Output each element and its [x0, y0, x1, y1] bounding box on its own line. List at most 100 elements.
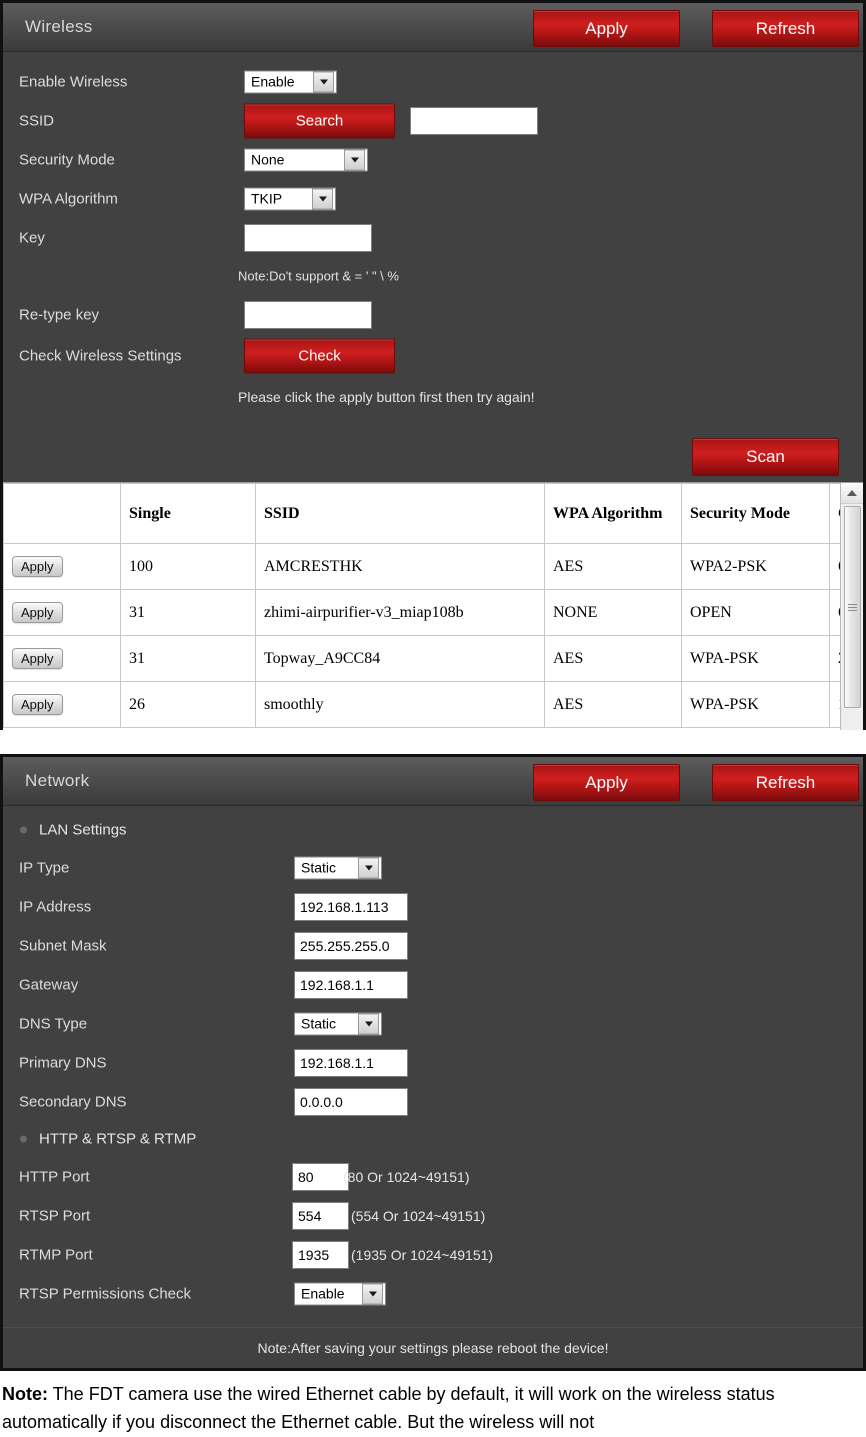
- row-dns-type: DNS Type Static: [3, 1004, 863, 1043]
- key-input[interactable]: [244, 223, 372, 252]
- primary-dns-label: Primary DNS: [19, 1054, 107, 1071]
- footer-note-text: The FDT camera use the wired Ethernet ca…: [2, 1384, 775, 1432]
- chevron-down-icon[interactable]: [362, 1283, 383, 1304]
- key-note: Note:Do't support & = ' " \ %: [238, 268, 399, 284]
- ports-section-title: HTTP & RTSP & RTMP: [39, 1130, 197, 1148]
- wireless-form: Enable Wireless Enable SSID Search Secur…: [3, 52, 863, 430]
- ip-address-input[interactable]: 192.168.1.113: [294, 892, 408, 921]
- dns-type-value: Static: [301, 1015, 337, 1032]
- ssid-input[interactable]: [410, 106, 538, 135]
- network-bottom-note: Note:After saving your settings please r…: [3, 1327, 863, 1368]
- network-apply-button[interactable]: Apply: [533, 764, 680, 801]
- row-rtsp-permissions: RTSP Permissions Check Enable: [3, 1274, 863, 1313]
- cell-ssid: zhimi-airpurifier-v3_miap108b: [255, 589, 545, 636]
- page-title: Wireless: [25, 17, 93, 36]
- ssid-search-button[interactable]: Search: [244, 103, 395, 138]
- row-enable-wireless: Enable Wireless Enable: [3, 62, 863, 101]
- row-apply-button[interactable]: Apply: [12, 602, 63, 623]
- http-port-hint: (80 Or 1024~49151): [343, 1168, 470, 1185]
- network-title: Network: [25, 771, 90, 790]
- bullet-icon: [20, 826, 27, 834]
- rtmp-port-input[interactable]: 1935: [292, 1240, 349, 1269]
- col-wpa-algorithm: WPA Algorithm: [544, 483, 682, 544]
- cell-security: WPA2-PSK: [681, 543, 830, 590]
- col-ssid: SSID: [255, 483, 545, 544]
- ip-type-select[interactable]: Static: [294, 856, 382, 879]
- subnet-mask-input[interactable]: 255.255.255.0: [294, 931, 408, 960]
- secondary-dns-input[interactable]: 0.0.0.0: [294, 1087, 408, 1116]
- http-port-input[interactable]: 80: [292, 1162, 349, 1191]
- gateway-input[interactable]: 192.168.1.1: [294, 970, 408, 999]
- retype-key-label: Re-type key: [19, 306, 100, 323]
- rtsp-port-hint: (554 Or 1024~49151): [351, 1207, 486, 1224]
- rtmp-port-label: RTMP Port: [19, 1246, 93, 1263]
- http-port-label: HTTP Port: [19, 1168, 90, 1185]
- bullet-icon: [20, 1135, 27, 1143]
- row-security-mode: Security Mode None: [3, 140, 863, 179]
- dns-type-select[interactable]: Static: [294, 1012, 382, 1035]
- scan-bar: Scan: [3, 430, 863, 482]
- scroll-up-icon[interactable]: [841, 483, 863, 504]
- ip-address-label: IP Address: [19, 898, 92, 915]
- wireless-refresh-button[interactable]: Refresh: [712, 10, 859, 47]
- security-mode-select[interactable]: None: [244, 148, 368, 171]
- row-ssid: SSID Search: [3, 101, 863, 140]
- secondary-dns-label: Secondary DNS: [19, 1093, 127, 1110]
- row-apply-button[interactable]: Apply: [12, 648, 63, 669]
- table-scrollbar[interactable]: [840, 483, 863, 730]
- cell-single: 100: [120, 543, 256, 590]
- table-row[interactable]: Apply 31 zhimi-airpurifier-v3_miap108b N…: [3, 589, 863, 636]
- row-key: Key: [3, 218, 863, 257]
- lan-settings-title: LAN Settings: [39, 821, 127, 839]
- table-row[interactable]: Apply 26 smoothly AES WPA-PSK 1: [3, 681, 863, 728]
- enable-wireless-select[interactable]: Enable: [244, 70, 337, 93]
- primary-dns-input[interactable]: 192.168.1.1: [294, 1048, 408, 1077]
- chevron-down-icon[interactable]: [344, 149, 365, 170]
- rtsp-port-input[interactable]: 554: [292, 1201, 349, 1230]
- row-rtsp-port: RTSP Port 554 (554 Or 1024~49151): [3, 1196, 863, 1235]
- ports-section: HTTP & RTSP & RTMP: [3, 1121, 863, 1157]
- rtsp-permissions-select[interactable]: Enable: [294, 1282, 386, 1305]
- row-gateway: Gateway 192.168.1.1: [3, 965, 863, 1004]
- chevron-down-icon[interactable]: [312, 188, 333, 209]
- network-refresh-button[interactable]: Refresh: [712, 764, 859, 801]
- wpa-algorithm-value: TKIP: [251, 190, 283, 207]
- col-security-mode: Security Mode: [681, 483, 830, 544]
- security-mode-label: Security Mode: [19, 151, 115, 168]
- scrollbar-thumb[interactable]: [844, 506, 861, 708]
- row-http-port: HTTP Port 80 (80 Or 1024~49151): [3, 1157, 863, 1196]
- row-rtmp-port: RTMP Port 1935 (1935 Or 1024~49151): [3, 1235, 863, 1274]
- wpa-algorithm-select[interactable]: TKIP: [244, 187, 336, 210]
- gateway-label: Gateway: [19, 976, 79, 993]
- network-titlebar: Network Apply Refresh: [3, 757, 863, 806]
- chevron-down-icon[interactable]: [313, 71, 334, 92]
- row-apply-button[interactable]: Apply: [12, 694, 63, 715]
- scan-table: Single SSID WPA Algorithm Security Mode …: [3, 483, 863, 728]
- lan-settings-section: LAN Settings: [3, 812, 863, 848]
- wireless-apply-button[interactable]: Apply: [533, 10, 680, 47]
- check-wireless-settings-label: Check Wireless Settings: [19, 347, 182, 365]
- scan-results: Single SSID WPA Algorithm Security Mode …: [3, 482, 863, 730]
- row-check-note: Please click the apply button first then…: [3, 378, 863, 416]
- dns-type-label: DNS Type: [19, 1015, 88, 1032]
- table-row[interactable]: Apply 100 AMCRESTHK AES WPA2-PSK 6: [3, 543, 863, 590]
- cell-ssid: Topway_A9CC84: [255, 635, 545, 682]
- wireless-titlebar: Wireless Apply Refresh: [3, 3, 863, 52]
- retype-key-input[interactable]: [244, 300, 372, 329]
- row-primary-dns: Primary DNS 192.168.1.1: [3, 1043, 863, 1082]
- chevron-down-icon[interactable]: [358, 857, 379, 878]
- table-row[interactable]: Apply 31 Topway_A9CC84 AES WPA-PSK 2: [3, 635, 863, 682]
- check-note: Please click the apply button first then…: [238, 389, 535, 405]
- cell-security: WPA-PSK: [681, 635, 830, 682]
- cell-wpa: AES: [544, 543, 682, 590]
- cell-security: WPA-PSK: [681, 681, 830, 728]
- scan-button[interactable]: Scan: [692, 438, 839, 476]
- check-button[interactable]: Check: [244, 338, 395, 374]
- row-apply-button[interactable]: Apply: [12, 556, 63, 577]
- row-wpa-algorithm: WPA Algorithm TKIP: [3, 179, 863, 218]
- network-panel: Network Apply Refresh LAN Settings IP Ty…: [0, 754, 866, 1371]
- chevron-down-icon[interactable]: [358, 1013, 379, 1034]
- wpa-algorithm-label: WPA Algorithm: [19, 190, 118, 207]
- ssid-label: SSID: [19, 112, 55, 129]
- row-key-note: Note:Do't support & = ' " \ %: [3, 257, 863, 295]
